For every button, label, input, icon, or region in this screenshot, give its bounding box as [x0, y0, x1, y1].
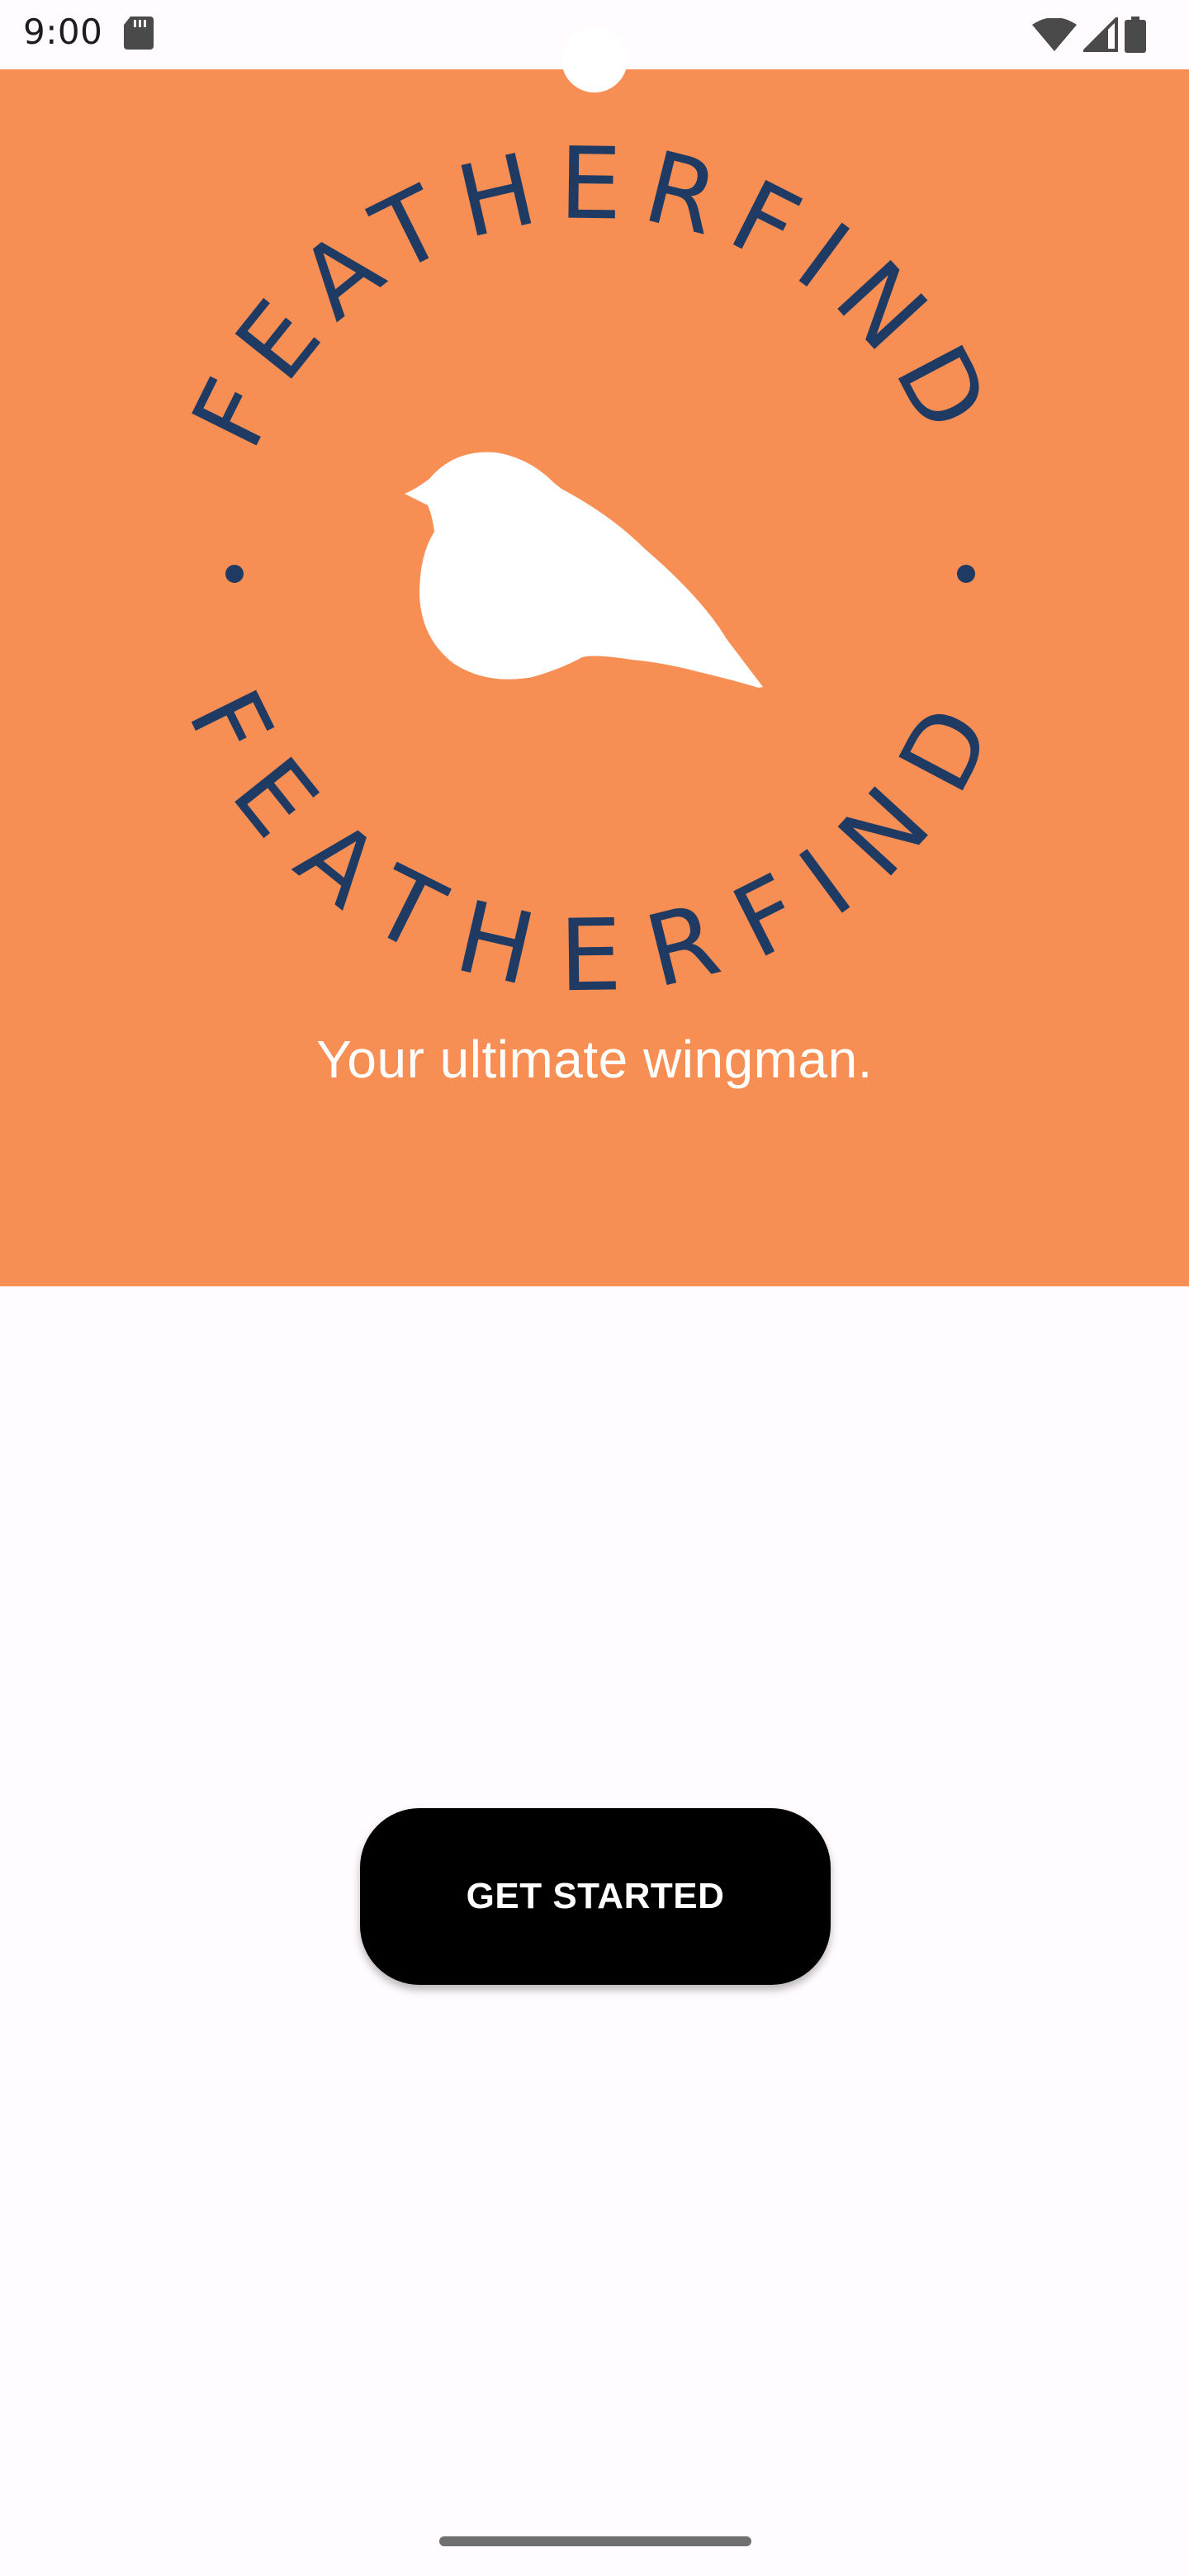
bird-icon — [405, 452, 763, 688]
logo-bottom-text: FEATHERFIND — [182, 673, 1007, 1014]
cell-signal-icon — [1083, 17, 1118, 52]
tagline: Your ultimate wingman. — [316, 1030, 873, 1089]
gesture-navigation-bar[interactable] — [439, 2536, 751, 2546]
logo-right-dot — [957, 565, 975, 583]
status-time: 9:00 — [23, 12, 103, 52]
camera-cutout — [561, 26, 628, 92]
logo-left-dot — [225, 565, 244, 583]
featherfind-logo: FEATHERFIND FEATHERFIND — [182, 127, 1007, 1015]
logo-top-text: FEATHERFIND — [182, 127, 1007, 465]
status-icons — [1032, 15, 1146, 54]
wifi-icon — [1032, 18, 1077, 51]
sd-card-icon — [124, 17, 154, 50]
welcome-screen: 9:00 FEATHERFIND EATHERFIN Your ultimate… — [0, 0, 1189, 2576]
battery-icon — [1125, 17, 1146, 53]
hero-banner: FEATHERFIND FEATHERFIND Your ultimate wi… — [0, 69, 1189, 1286]
get-started-button[interactable]: GET STARTED — [360, 1808, 831, 1985]
